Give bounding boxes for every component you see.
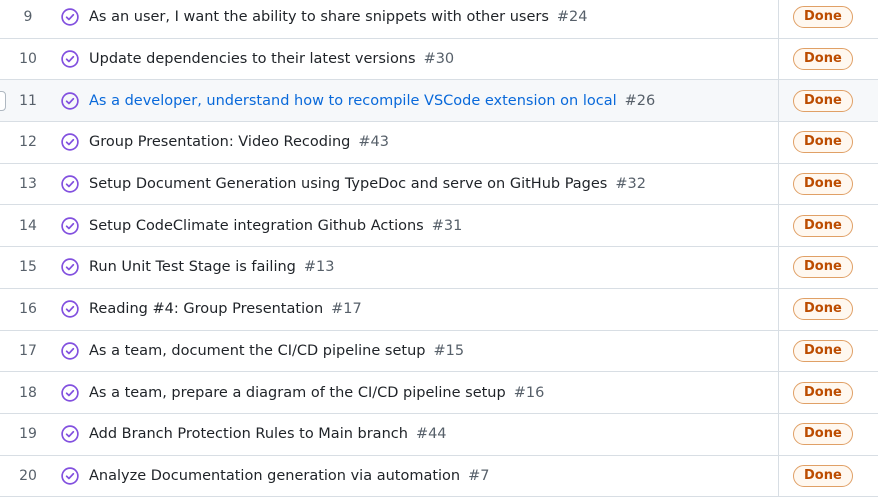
row-number: 10	[19, 51, 37, 68]
issue-title-link[interactable]: As a developer, understand how to recomp…	[89, 93, 617, 109]
issue-title-link[interactable]: Add Branch Protection Rules to Main bran…	[89, 426, 408, 442]
issue-number: #31	[431, 217, 463, 234]
status-badge[interactable]: Done	[793, 298, 853, 321]
issue-number: #17	[331, 301, 362, 318]
status-badge[interactable]: Done	[793, 6, 853, 29]
table-row[interactable]: 11 As a developer, understand how to rec…	[0, 80, 878, 123]
table-row[interactable]: 13 Setup Document Generation using TypeD…	[0, 163, 878, 206]
column-divider	[778, 163, 779, 205]
issue-title-cell: Update dependencies to their latest vers…	[89, 51, 768, 67]
column-divider	[778, 80, 779, 122]
issue-title-link[interactable]: Run Unit Test Stage is failing	[89, 259, 296, 275]
issue-title-cell: As a team, prepare a diagram of the CI/C…	[89, 385, 768, 401]
issue-title-cell: As a team, document the CI/CD pipeline s…	[89, 343, 768, 359]
completed-circle-check-icon	[61, 8, 79, 27]
status-badge[interactable]: Done	[793, 131, 853, 154]
issue-title-cell: Add Branch Protection Rules to Main bran…	[89, 426, 768, 442]
column-divider	[778, 413, 779, 455]
issue-title-link[interactable]: Analyze Documentation generation via aut…	[89, 468, 460, 484]
column-divider	[778, 122, 779, 163]
issue-title-link[interactable]: Setup CodeClimate integration Github Act…	[89, 218, 424, 234]
table-row[interactable]: 10 Update dependencies to their latest v…	[0, 38, 878, 81]
issue-number: #7	[468, 467, 490, 484]
row-number: 14	[19, 217, 37, 234]
issue-title-cell: Setup Document Generation using TypeDoc …	[89, 176, 768, 192]
row-number: 20	[19, 467, 37, 484]
status-badge[interactable]: Done	[793, 89, 853, 112]
completed-circle-check-icon	[61, 425, 79, 443]
table-row[interactable]: 19 Add Branch Protection Rules to Main b…	[0, 413, 878, 456]
issue-title-link[interactable]: As an user, I want the ability to share …	[89, 9, 549, 25]
completed-circle-check-icon	[61, 175, 79, 193]
completed-circle-check-icon	[61, 92, 79, 110]
issue-title-cell: Run Unit Test Stage is failing #13	[89, 259, 768, 275]
completed-circle-check-icon	[61, 258, 79, 277]
table-row[interactable]: 9 As an user, I want the ability to shar…	[0, 0, 878, 39]
completed-circle-check-icon	[61, 383, 79, 402]
row-number: 17	[19, 342, 37, 359]
column-divider	[778, 38, 779, 80]
status-badge[interactable]: Done	[793, 214, 853, 237]
status-badge[interactable]: Done	[793, 381, 853, 404]
issue-title-cell: Analyze Documentation generation via aut…	[89, 468, 768, 484]
status-badge[interactable]: Done	[793, 423, 853, 446]
row-number: 13	[19, 176, 37, 193]
issue-number: #43	[358, 134, 389, 151]
column-divider	[778, 330, 779, 372]
status-badge[interactable]: Done	[793, 339, 853, 362]
row-number: 12	[19, 134, 37, 151]
row-number: 9	[23, 9, 33, 26]
issue-title-cell: As an user, I want the ability to share …	[89, 9, 768, 25]
column-divider	[778, 205, 779, 247]
issue-title-link[interactable]: Group Presentation: Video Recoding	[89, 134, 350, 150]
table-row[interactable]: 12 Group Presentation: Video Recoding #43…	[0, 122, 878, 164]
completed-circle-check-icon	[61, 50, 79, 68]
column-divider	[778, 288, 779, 330]
issue-title-link[interactable]: As a team, document the CI/CD pipeline s…	[89, 343, 425, 359]
issue-title-cell: Setup CodeClimate integration Github Act…	[89, 218, 768, 234]
completed-circle-check-icon	[61, 342, 79, 360]
issue-number: #15	[433, 342, 465, 359]
issue-number: #44	[415, 426, 447, 443]
row-number: 11	[19, 92, 37, 109]
status-badge[interactable]: Done	[793, 464, 853, 487]
table-row[interactable]: 20 Analyze Documentation generation via …	[0, 455, 878, 498]
status-badge[interactable]: Done	[793, 48, 853, 71]
row-number: 16	[19, 301, 37, 318]
issue-number: #24	[556, 9, 588, 26]
completed-circle-check-icon	[61, 133, 79, 152]
row-number: 15	[19, 259, 37, 276]
status-badge[interactable]: Done	[793, 256, 853, 279]
table-row[interactable]: 17 As a team, document the CI/CD pipelin…	[0, 330, 878, 373]
issue-number: #16	[513, 384, 545, 401]
table-row[interactable]: 14 Setup CodeClimate integration Github …	[0, 205, 878, 248]
table-row[interactable]: 18 As a team, prepare a diagram of the C…	[0, 372, 878, 414]
column-divider	[778, 247, 779, 288]
issue-number: #32	[615, 176, 646, 193]
issue-title-cell: Reading #4: Group Presentation #17	[89, 301, 768, 317]
table-row[interactable]: 15 Run Unit Test Stage is failing #13 Don…	[0, 247, 878, 289]
issue-title-cell: Group Presentation: Video Recoding #43	[89, 134, 768, 150]
issue-title-link[interactable]: Reading #4: Group Presentation	[89, 301, 323, 317]
issue-number: #13	[303, 259, 335, 276]
status-badge[interactable]: Done	[793, 173, 853, 196]
column-divider	[778, 455, 779, 497]
issue-title-cell: As a developer, understand how to recomp…	[89, 93, 768, 109]
issue-number: #26	[624, 92, 656, 109]
table-row[interactable]: 16 Reading #4: Group Presentation #17 Don…	[0, 288, 878, 331]
project-table: 9 As an user, I want the ability to shar…	[0, 0, 878, 498]
row-number: 19	[19, 426, 37, 443]
completed-circle-check-icon	[61, 300, 79, 318]
completed-circle-check-icon	[61, 217, 79, 235]
issue-number: #30	[423, 51, 455, 68]
issue-title-link[interactable]: Update dependencies to their latest vers…	[89, 51, 416, 67]
row-number: 18	[19, 384, 37, 401]
issue-title-link[interactable]: Setup Document Generation using TypeDoc …	[89, 176, 607, 192]
column-divider	[778, 0, 779, 38]
issue-title-link[interactable]: As a team, prepare a diagram of the CI/C…	[89, 385, 506, 401]
column-divider	[778, 372, 779, 413]
completed-circle-check-icon	[61, 467, 79, 485]
